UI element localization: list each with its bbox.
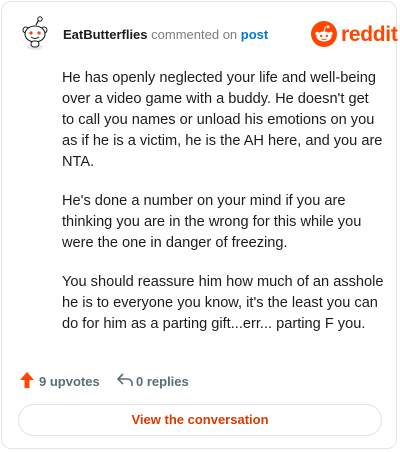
- comment-meta: EatButterflies commented on post: [63, 27, 268, 43]
- post-link[interactable]: post: [241, 27, 268, 42]
- action-text: commented on: [151, 27, 238, 42]
- username-link[interactable]: EatButterflies: [63, 27, 148, 42]
- upvote-arrow-icon: [20, 372, 34, 388]
- comment-paragraph: He has openly neglected your life and we…: [62, 70, 383, 170]
- reply-arrow-icon: [117, 373, 133, 386]
- reddit-wordmark: reddit: [341, 23, 398, 46]
- upvotes-count: 9 upvotes: [39, 374, 100, 389]
- replies-count: 0 replies: [136, 374, 189, 389]
- comment-paragraph: You should reassure him how much of an a…: [62, 274, 384, 332]
- comment-header: EatButterflies commented on post reddit: [2, 2, 398, 64]
- reddit-logo-icon: [311, 21, 337, 47]
- view-conversation-button[interactable]: View the conversation: [18, 404, 382, 436]
- comment-paragraph: He's done a number on your mind if you a…: [62, 193, 362, 251]
- comment-card: EatButterflies commented on post reddit: [1, 1, 398, 449]
- snoo-avatar-icon[interactable]: [20, 16, 50, 50]
- comment-body: He has openly neglected your life and we…: [62, 68, 384, 353]
